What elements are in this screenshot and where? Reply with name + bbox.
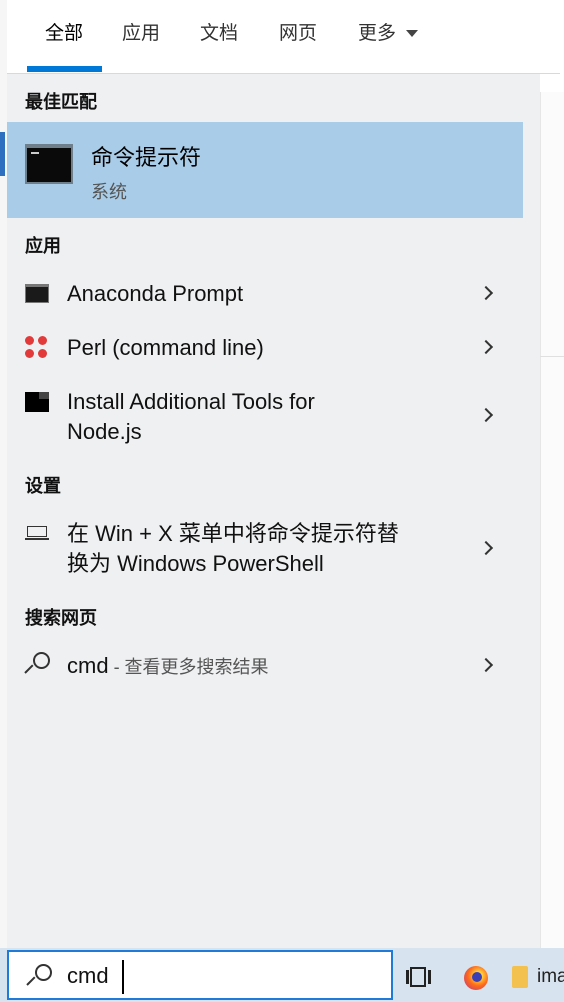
taskbar-search-box[interactable] xyxy=(7,950,393,1000)
section-header-settings: 设置 xyxy=(25,476,61,496)
web-search-result[interactable]: cmd - 查看更多搜索结果 xyxy=(7,640,523,692)
section-header-apps: 应用 xyxy=(25,236,61,256)
app-result-install-node-tools[interactable]: Install Additional Tools for Node.js xyxy=(7,380,523,452)
app-result-label: Anaconda Prompt xyxy=(67,281,244,306)
web-search-hint: - 查看更多搜索结果 xyxy=(108,657,269,677)
tab-documents[interactable]: 文档 xyxy=(200,20,238,50)
app-result-label-line1: Install Additional Tools for xyxy=(67,389,315,414)
tab-more-label: 更多 xyxy=(358,23,397,44)
app-result-label: Perl (command line) xyxy=(67,335,264,360)
tab-all[interactable]: 全部 xyxy=(45,20,83,50)
web-search-label: cmd - 查看更多搜索结果 xyxy=(67,650,269,683)
text-cursor xyxy=(122,960,124,994)
settings-result-label-line1: 在 Win + X 菜单中将命令提示符替 xyxy=(67,521,399,546)
folder-icon[interactable] xyxy=(512,966,528,988)
best-match-result[interactable]: 命令提示符 系统 xyxy=(7,122,523,218)
tab-bar: 全部 应用 文档 网页 更多 xyxy=(7,0,560,74)
app-result-label-line2: Node.js xyxy=(67,419,142,444)
chevron-right-icon[interactable] xyxy=(478,657,494,673)
app-result-perl[interactable]: Perl (command line) xyxy=(7,324,523,374)
task-view-icon[interactable] xyxy=(406,964,436,990)
search-icon xyxy=(24,652,51,678)
screen: 全部 应用 文档 网页 更多 最佳匹配 命令提示符 系统 应用 Anaconda… xyxy=(0,0,564,1002)
section-header-best-match: 最佳匹配 xyxy=(25,92,97,112)
web-search-term: cmd xyxy=(67,653,109,678)
section-header-web: 搜索网页 xyxy=(25,608,97,628)
taskbar-folder-label[interactable]: ima xyxy=(537,966,564,988)
tab-apps[interactable]: 应用 xyxy=(122,20,160,50)
chevron-right-icon[interactable] xyxy=(478,285,494,301)
settings-result-label-line2: 换为 Windows PowerShell xyxy=(67,551,324,576)
best-match-subtitle: 系统 xyxy=(91,182,127,202)
nodejs-tools-icon xyxy=(25,392,49,412)
settings-result-powershell[interactable]: 在 Win + X 菜单中将命令提示符替 换为 Windows PowerShe… xyxy=(7,512,523,584)
tab-web[interactable]: 网页 xyxy=(279,20,317,50)
laptop-icon xyxy=(25,526,49,542)
chevron-right-icon[interactable] xyxy=(478,339,494,355)
search-panel: 全部 应用 文档 网页 更多 最佳匹配 命令提示符 系统 应用 Anaconda… xyxy=(7,0,560,948)
firefox-icon[interactable] xyxy=(464,966,488,990)
background-window-accent xyxy=(0,132,5,176)
app-result-anaconda-prompt[interactable]: Anaconda Prompt xyxy=(7,270,523,320)
chevron-down-icon xyxy=(406,30,419,38)
console-icon xyxy=(25,284,49,303)
active-tab-indicator xyxy=(27,66,102,72)
search-icon xyxy=(26,964,53,990)
tab-more[interactable]: 更多 xyxy=(358,20,419,50)
divider xyxy=(540,356,564,357)
best-match-title: 命令提示符 xyxy=(91,145,202,170)
perl-icon xyxy=(25,336,49,360)
chevron-right-icon[interactable] xyxy=(478,407,494,423)
search-input[interactable] xyxy=(67,961,367,991)
background-window-pane xyxy=(540,92,564,948)
chevron-right-icon[interactable] xyxy=(478,540,494,556)
command-prompt-icon xyxy=(25,144,73,184)
